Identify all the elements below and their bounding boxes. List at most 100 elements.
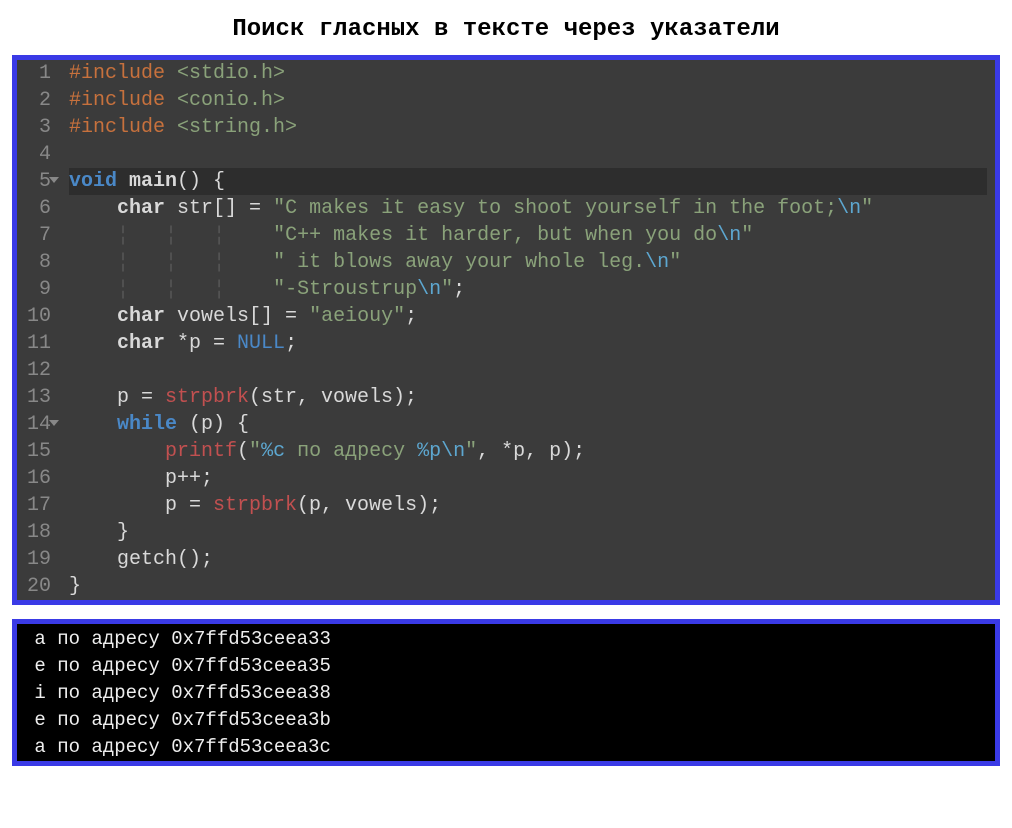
line-number: 3 (21, 114, 51, 141)
code-token: "-Stroustrup (273, 278, 417, 301)
code-token: char (117, 332, 165, 355)
code-token: , *p, p); (477, 440, 585, 463)
code-token: (str, vowels); (249, 386, 417, 409)
code-line: ¦ ¦ ¦ "-Stroustrup\n"; (69, 276, 987, 303)
code-token: char (117, 197, 165, 220)
code-token: <stdio.h> (177, 62, 285, 85)
code-line: char *p = NULL; (69, 330, 987, 357)
console-line: a по адресу 0x7ffd53ceea3c (23, 734, 989, 761)
code-line (69, 141, 987, 168)
code-line: getch(); (69, 546, 987, 573)
code-token: <string.h> (177, 116, 297, 139)
code-token (69, 278, 117, 301)
code-token: ; (453, 278, 465, 301)
code-token: (p) { (177, 413, 249, 436)
code-token (165, 62, 177, 85)
line-number-gutter: 1234567891011121314151617181920 (17, 60, 59, 600)
line-number: 6 (21, 195, 51, 222)
line-number: 8 (21, 249, 51, 276)
code-line (69, 357, 987, 384)
code-token: " it blows away your whole leg. (273, 251, 645, 274)
console-output-panel: a по адресу 0x7ffd53ceea33 e по адресу 0… (12, 619, 1000, 766)
code-token: "C makes it easy to shoot yourself in th… (273, 197, 837, 220)
code-token: ¦ (213, 251, 225, 274)
code-token (69, 440, 165, 463)
code-token: " (669, 251, 681, 274)
line-number: 11 (21, 330, 51, 357)
code-token (69, 197, 117, 220)
code-token: } (69, 575, 81, 598)
code-token: str[] = (165, 197, 273, 220)
code-token (129, 278, 165, 301)
code-line: } (69, 573, 987, 600)
code-line: #include <stdio.h> (69, 60, 987, 87)
code-line: ¦ ¦ ¦ "C++ makes it harder, but when you… (69, 222, 987, 249)
code-token (69, 251, 117, 274)
line-number: 15 (21, 438, 51, 465)
code-token: main (129, 170, 177, 193)
code-token: #include (69, 116, 165, 139)
code-token: ¦ (165, 251, 177, 274)
code-token: \n (717, 224, 741, 247)
code-token (69, 413, 117, 436)
code-token: while (117, 413, 177, 436)
line-number: 20 (21, 573, 51, 600)
code-token: " (441, 278, 453, 301)
code-token: ¦ (213, 224, 225, 247)
code-area: #include <stdio.h> #include <conio.h>#inc… (59, 60, 995, 600)
code-token (225, 251, 273, 274)
code-token (69, 224, 117, 247)
line-number: 1 (21, 60, 51, 87)
code-line: ¦ ¦ ¦ " it blows away your whole leg.\n" (69, 249, 987, 276)
code-token: NULL (237, 332, 285, 355)
console-line: e по адресу 0x7ffd53ceea3b (23, 707, 989, 734)
code-token: strpbrk (213, 494, 297, 517)
code-token: по адресу (285, 440, 417, 463)
line-number: 2 (21, 87, 51, 114)
code-token (117, 170, 129, 193)
code-token: char (117, 305, 165, 328)
code-token: ¦ (165, 224, 177, 247)
code-line: char vowels[] = "aeiouy"; (69, 303, 987, 330)
line-number: 18 (21, 519, 51, 546)
code-token: \n (441, 440, 465, 463)
code-token: vowels[] = (165, 305, 309, 328)
code-token: ¦ (117, 251, 129, 274)
code-token: () { (177, 170, 225, 193)
code-token: ( (237, 440, 249, 463)
code-token (225, 278, 273, 301)
code-token: } (69, 521, 129, 544)
code-token: "C++ makes it harder, but when you do (273, 224, 717, 247)
code-token (177, 251, 213, 274)
line-number: 5 (21, 168, 51, 195)
code-token: getch(); (69, 548, 213, 571)
code-token (69, 332, 117, 355)
code-token (165, 116, 177, 139)
code-token: ; (405, 305, 417, 328)
code-token (225, 224, 273, 247)
code-token: strpbrk (165, 386, 249, 409)
code-token: %c (261, 440, 285, 463)
console-line: a по адресу 0x7ffd53ceea33 (23, 626, 989, 653)
code-token (177, 224, 213, 247)
code-token: (p, vowels); (297, 494, 441, 517)
code-token: printf (165, 440, 237, 463)
code-token: \n (417, 278, 441, 301)
code-token: ¦ (213, 278, 225, 301)
code-token: ¦ (117, 224, 129, 247)
code-token: p++; (69, 467, 213, 490)
page-title: Поиск гласных в тексте через указатели (12, 16, 1000, 43)
code-token: *p = (165, 332, 237, 355)
code-line: p = strpbrk(str, vowels); (69, 384, 987, 411)
code-token (129, 224, 165, 247)
code-line: p++; (69, 465, 987, 492)
code-token (129, 251, 165, 274)
code-token: <conio.h> (177, 89, 285, 112)
line-number: 19 (21, 546, 51, 573)
code-token: \n (645, 251, 669, 274)
line-number: 4 (21, 141, 51, 168)
line-number: 13 (21, 384, 51, 411)
code-line: #include <string.h> (69, 114, 987, 141)
code-token: " (741, 224, 753, 247)
line-number: 14 (21, 411, 51, 438)
